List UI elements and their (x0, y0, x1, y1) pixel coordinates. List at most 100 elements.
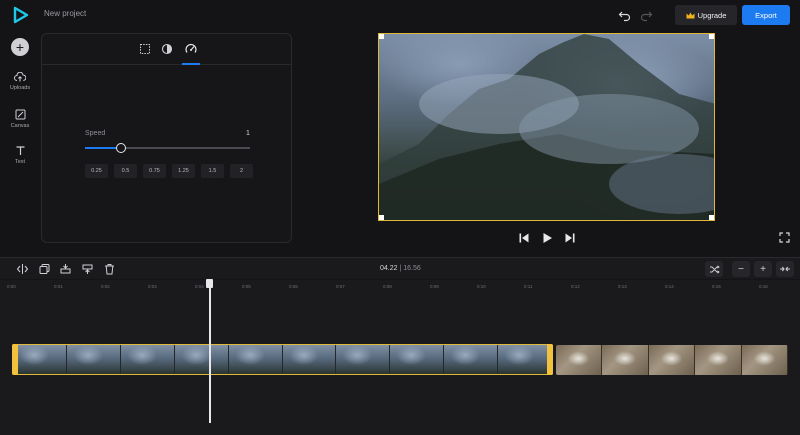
ruler-tick-label: 0:10 (477, 284, 486, 289)
ruler-tick-label: 0:00 (7, 284, 16, 289)
ruler-tick-label: 0:14 (665, 284, 674, 289)
clip-thumbnail (498, 345, 552, 374)
panel-tabs (42, 34, 291, 65)
clip-trim-handle-right[interactable] (547, 344, 553, 375)
ruler-tick-label: 0:11 (524, 284, 533, 289)
canvas-icon (15, 109, 25, 120)
mountain-fog-image (379, 34, 714, 220)
fit-timeline-button[interactable] (705, 261, 723, 277)
crown-icon (686, 12, 695, 18)
zoom-in-button[interactable]: + (754, 261, 772, 277)
undo-icon[interactable] (618, 8, 632, 22)
sidebar-item-text[interactable]: Text (0, 145, 40, 165)
speed-preset-button[interactable]: 0.5 (114, 164, 137, 178)
upgrade-button[interactable]: Upgrade (675, 5, 737, 25)
clip-thumbnail (120, 345, 175, 374)
timeline-ruler[interactable]: 0:00 0:01 0:02 0:03 0:04 0:05 0:06 0:07 0:08 0:09… (0, 280, 800, 294)
resize-handle[interactable] (379, 34, 384, 39)
sidebar-item-canvas[interactable]: Canvas (0, 109, 40, 129)
speed-label: Speed (85, 130, 106, 137)
duplicate-icon[interactable] (38, 263, 51, 275)
sidebar-item-label: Uploads (9, 85, 31, 91)
clip-thumbnail (444, 345, 499, 374)
active-tab-indicator (182, 63, 200, 65)
speed-preset-button[interactable]: 0.25 (85, 164, 108, 178)
clip-thumbnail (556, 345, 603, 375)
delete-icon[interactable] (103, 263, 116, 275)
clip-thumbnail (228, 345, 283, 374)
speed-preset-button[interactable]: 1.25 (172, 164, 195, 178)
clip-thumbnail (174, 345, 229, 374)
upload-cloud-icon (14, 72, 26, 82)
video-clip-birds[interactable] (556, 345, 788, 375)
project-title[interactable]: New project (44, 9, 86, 18)
time-separator: | (399, 265, 402, 272)
ruler-tick-label: 0:04 (195, 284, 204, 289)
clip-thumbnail (13, 345, 67, 374)
skip-forward-icon[interactable] (564, 232, 576, 244)
trim-end-icon[interactable] (81, 263, 94, 275)
ruler-tick-label: 0:13 (618, 284, 627, 289)
ruler-tick-label: 0:08 (383, 284, 392, 289)
play-icon[interactable] (541, 232, 553, 244)
collapse-arrows-icon (780, 266, 790, 272)
speed-preset-button[interactable]: 1.5 (201, 164, 224, 178)
shuffle-icon (709, 264, 720, 274)
ruler-tick-label: 0:09 (430, 284, 439, 289)
speed-preset-button[interactable]: 2 (230, 164, 253, 178)
adjust-icon[interactable] (160, 42, 174, 56)
upgrade-label: Upgrade (697, 10, 727, 20)
app-logo-icon[interactable] (12, 6, 30, 24)
skip-back-icon[interactable] (518, 232, 530, 244)
export-button[interactable]: Export (742, 5, 790, 25)
sidebar-item-label: Canvas (10, 123, 30, 129)
left-sidebar: + Uploads Canvas Text (0, 30, 40, 255)
clip-thumbnail (648, 345, 696, 375)
ruler-tick-label: 0:12 (571, 284, 580, 289)
playhead-handle[interactable] (206, 279, 213, 288)
clip-thumbnail (695, 345, 742, 375)
clip-thumbnail (741, 345, 788, 375)
timecode: 04.22 | 16.56 (380, 265, 421, 272)
resize-handle[interactable] (709, 215, 714, 220)
clip-thumbnail (336, 345, 391, 374)
timeline-toolbar: 04.22 | 16.56 − + (0, 257, 800, 279)
ruler-tick-label: 0:02 (101, 284, 110, 289)
ruler-tick-label: 0:07 (336, 284, 345, 289)
ruler-tick-label: 0:03 (148, 284, 157, 289)
zoom-out-button[interactable]: − (732, 261, 750, 277)
clip-thumbnail (282, 345, 337, 374)
ruler-tick-label: 0:15 (712, 284, 721, 289)
add-media-button[interactable]: + (11, 38, 29, 56)
total-time: 16.56 (403, 265, 421, 272)
speed-value: 1 (246, 130, 250, 137)
speed-preset-button[interactable]: 0.75 (143, 164, 166, 178)
top-bar: New project Upgrade Export (0, 0, 800, 30)
redo-icon[interactable] (639, 8, 653, 22)
video-preview[interactable] (378, 33, 715, 221)
fullscreen-icon[interactable] (779, 232, 790, 243)
speed-presets: 0.25 0.5 0.75 1.25 1.5 2 (85, 164, 253, 178)
video-clip-mountains[interactable] (12, 344, 553, 375)
sidebar-item-label: Text (14, 159, 26, 165)
resize-handle[interactable] (709, 34, 714, 39)
speed-gauge-icon[interactable] (184, 42, 198, 56)
clip-thumbnail (602, 345, 649, 375)
clip-thumbnail (66, 345, 121, 374)
resize-handle[interactable] (379, 215, 384, 220)
properties-panel: Speed 1 0.25 0.5 0.75 1.25 1.5 2 (41, 33, 292, 243)
ruler-tick-label: 0:06 (289, 284, 298, 289)
playhead-line (209, 286, 211, 423)
ruler-tick-label: 0:05 (242, 284, 251, 289)
speed-slider-thumb[interactable] (115, 143, 126, 153)
clip-thumbnail (390, 345, 445, 374)
split-icon[interactable] (16, 263, 29, 275)
trim-start-icon[interactable] (59, 263, 72, 275)
text-icon (16, 146, 24, 155)
fit-zoom-button[interactable] (776, 261, 794, 277)
crop-icon[interactable] (138, 42, 152, 56)
current-time: 04.22 (380, 265, 398, 272)
sidebar-item-uploads[interactable]: Uploads (0, 72, 40, 91)
ruler-tick-label: 0:16 (759, 284, 768, 289)
clip-trim-handle-left[interactable] (12, 344, 18, 375)
